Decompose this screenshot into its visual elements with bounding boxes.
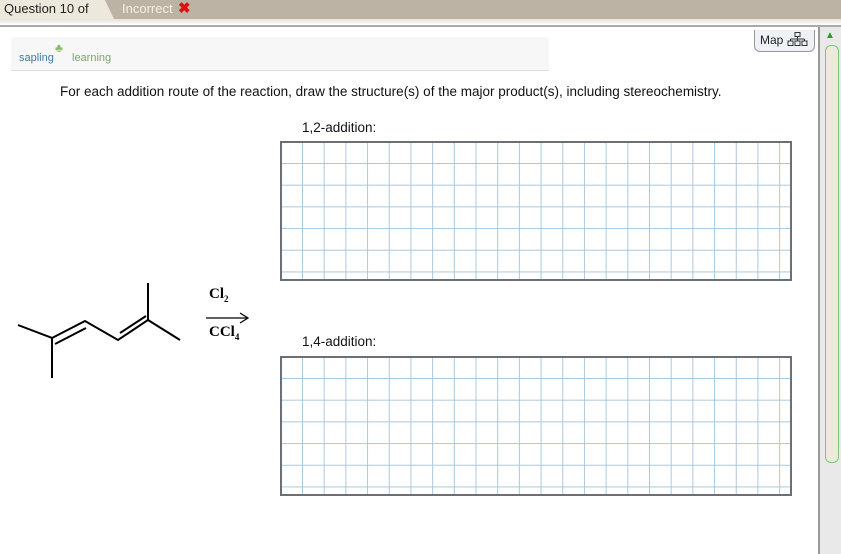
map-button[interactable]: Map [754, 30, 815, 52]
question-tab[interactable]: Question 10 of 10 [0, 0, 114, 19]
panel-label-12: 1,2-addition: [302, 120, 377, 135]
logo-text: learning [72, 52, 112, 64]
drawing-canvas-12-addition[interactable] [280, 141, 792, 281]
scrollbar[interactable]: ▲ [818, 27, 841, 554]
panel-label-14: 1,4-addition: [302, 334, 377, 349]
instruction-text: For each addition route of the reaction,… [60, 84, 722, 99]
reagent-ccl4: CCl4 [209, 324, 240, 342]
top-bar: Question 10 of 10 Incorrect ✖ [0, 0, 841, 19]
drawing-canvas-14-addition[interactable] [280, 356, 792, 496]
status-label: Incorrect [122, 1, 173, 16]
scrollbar-thumb[interactable] [825, 45, 839, 463]
sapling-learning-logo: sapling ♣ learning [11, 37, 549, 71]
divider [0, 19, 841, 27]
logo-text: sapling [19, 52, 54, 64]
map-label: Map [760, 33, 784, 47]
x-icon: ✖ [178, 0, 191, 17]
sprout-icon: ♣ [55, 41, 63, 55]
reagent-cl2: Cl2 [209, 286, 229, 304]
scroll-up-arrow-icon[interactable]: ▲ [825, 30, 835, 41]
sitemap-icon [787, 32, 808, 46]
